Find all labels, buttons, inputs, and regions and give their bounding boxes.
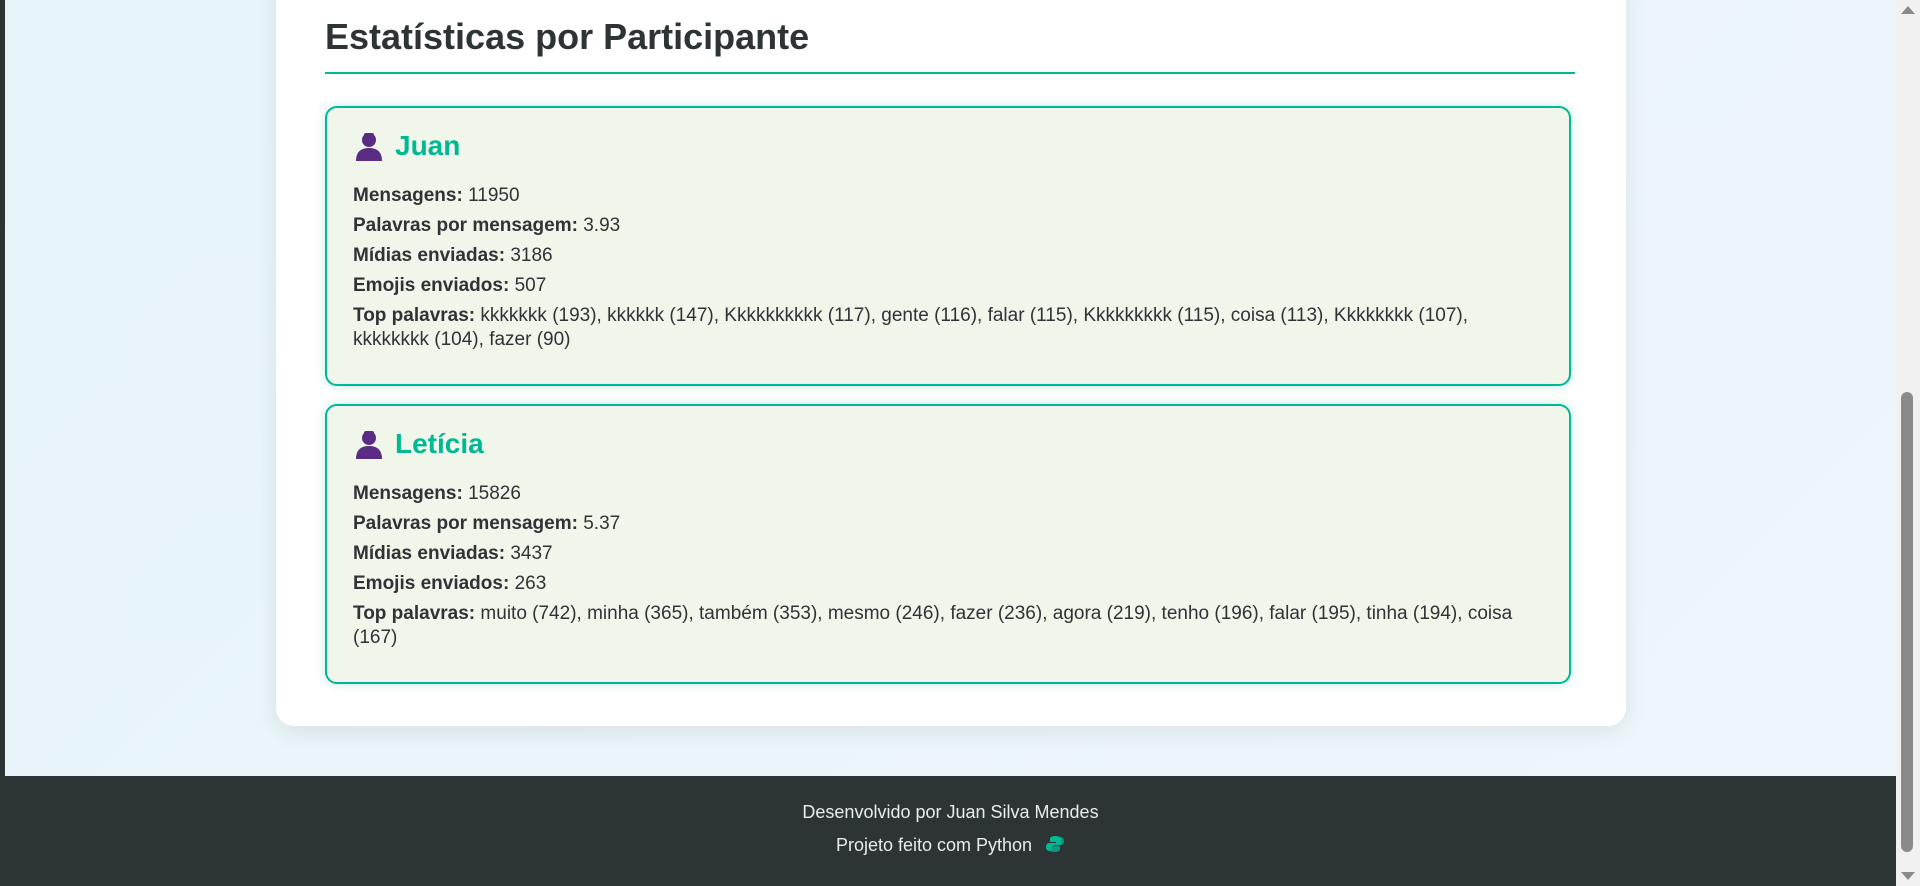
stat-messages: Mensagens: 11950 [353,185,520,206]
stat-top-words: Top palavras: kkkkkkk (193), kkkkkk (147… [353,305,1469,350]
footer-made-with: Projeto feito com Python [5,834,1896,859]
user-icon [353,130,385,162]
stat-top-words: Top palavras: muito (742), minha (365), … [353,603,1513,648]
python-icon [1045,834,1065,859]
footer-credit: Desenvolvido por Juan Silva Mendes [802,802,1099,822]
stat-messages: Mensagens: 15826 [353,483,521,504]
participant-name: Letícia [395,428,484,459]
scroll-thumb[interactable] [1901,392,1913,852]
footer-made-with-text: Projeto feito com Python [835,835,1033,855]
card-header: Letícia [353,428,1543,460]
vertical-scrollbar[interactable] [1896,0,1920,886]
page-footer: Desenvolvido por Juan Silva Mendes Proje… [5,776,1896,886]
participant-card-juan: Juan Mensagens: 11950 Palavras por mensa… [325,106,1571,386]
card-header: Juan [353,130,1543,162]
stat-words-per-message: Palavras por mensagem: 3.93 [353,215,621,236]
section-title: Estatísticas por Participante [325,16,1575,74]
scroll-up-arrow-icon[interactable] [1901,6,1915,14]
stat-media-sent: Mídias enviadas: 3437 [353,543,553,564]
stat-emojis-sent: Emojis enviados: 507 [353,275,547,296]
participant-card-leticia: Letícia Mensagens: 15826 Palavras por me… [325,404,1571,684]
scroll-down-arrow-icon[interactable] [1901,872,1915,880]
stat-emojis-sent: Emojis enviados: 263 [353,573,547,594]
stats-container: Estatísticas por Participante Juan Mensa… [276,0,1626,726]
stat-words-per-message: Palavras por mensagem: 5.37 [353,513,621,534]
user-icon [353,428,385,460]
participant-name: Juan [395,130,461,161]
stat-media-sent: Mídias enviadas: 3186 [353,245,553,266]
page-viewport: Estatísticas por Participante Juan Mensa… [5,0,1896,886]
